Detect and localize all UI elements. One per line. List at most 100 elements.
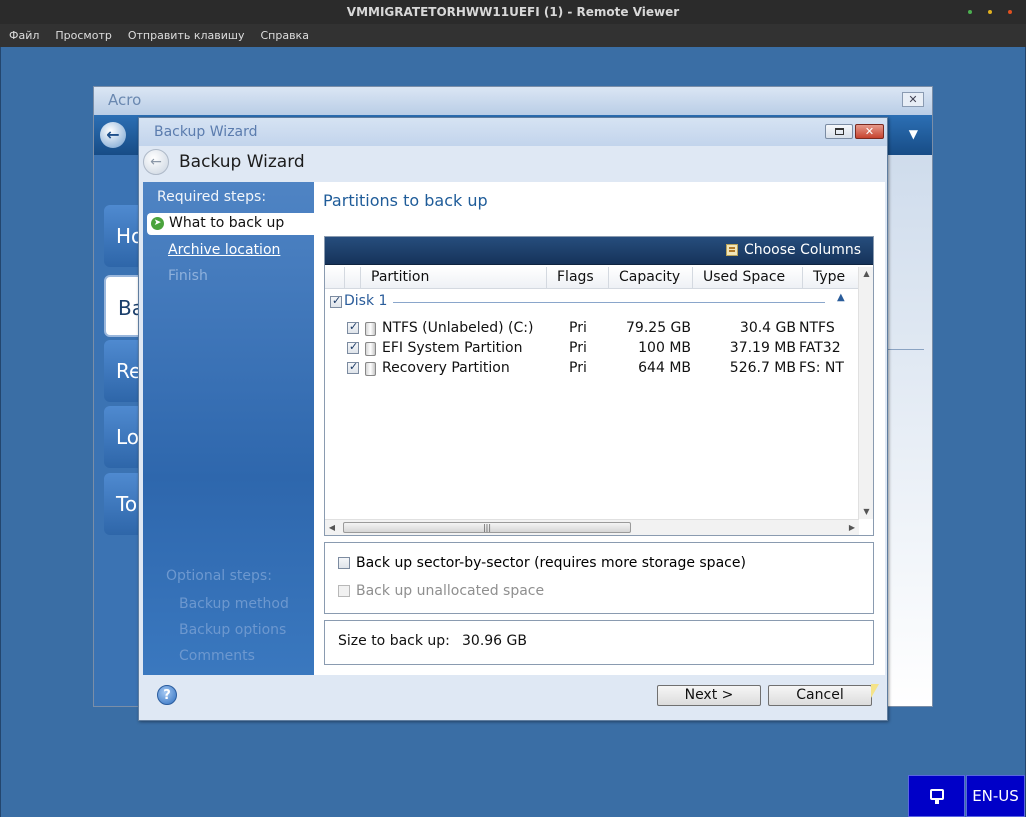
columns-icon <box>725 244 738 256</box>
partition-used-space: 526.7 MB <box>729 360 796 376</box>
drive-icon <box>365 362 376 376</box>
disk-group-row[interactable]: Disk 1 ▲ <box>325 292 859 312</box>
choose-columns-button[interactable]: Choose Columns <box>725 242 861 258</box>
remote-viewer-menubar: Файл Просмотр Отправить клавишу Справка <box>0 24 1026 47</box>
partition-flags: Pri <box>569 320 587 336</box>
wizard-heading: Backup Wizard <box>179 152 305 172</box>
unallocated-label: Back up unallocated space <box>356 583 545 599</box>
background-close-icon[interactable]: ✕ <box>902 92 924 107</box>
back-arrow-icon[interactable]: ← <box>100 122 126 148</box>
divider <box>884 349 924 350</box>
step-finish: Finish <box>168 268 208 284</box>
close-icon[interactable]: ✕ <box>855 124 884 139</box>
scroll-thumb[interactable]: ||| <box>343 522 631 533</box>
partition-used-space: 37.19 MB <box>729 340 796 356</box>
wizard-steps-panel: Required steps: ➤ What to back up Archiv… <box>143 182 314 675</box>
partition-checkbox[interactable] <box>347 340 359 354</box>
size-value: 30.96 GB <box>462 633 527 649</box>
scroll-right-icon[interactable]: ▶ <box>845 520 859 535</box>
table-row[interactable]: EFI System Partition Pri 100 MB 37.19 MB… <box>325 339 859 359</box>
partition-capacity: 79.25 GB <box>626 320 691 336</box>
menu-send-key[interactable]: Отправить клавишу <box>128 29 245 42</box>
sector-by-sector-label: Back up sector-by-sector (requires more … <box>356 555 746 571</box>
column-header-icon[interactable] <box>345 267 361 289</box>
step-backup-options[interactable]: Backup options <box>179 622 286 638</box>
horizontal-scrollbar[interactable]: ◀ ||| ▶ <box>325 519 859 535</box>
wizard-content: Partitions to back up Choose Columns Par… <box>314 182 885 675</box>
partition-name: NTFS (Unlabeled) (C:) <box>382 320 534 336</box>
maximize-dot-icon[interactable] <box>988 10 992 14</box>
restore-icon[interactable] <box>825 124 853 139</box>
menu-view[interactable]: Просмотр <box>55 29 111 42</box>
partition-type: NTFS <box>799 320 835 336</box>
remote-viewer-titlebar: VMMIGRATETORHWW11UEFI (1) - Remote Viewe… <box>0 0 1026 24</box>
partitions-grid: Choose Columns Partition Flags Capacity … <box>324 236 874 536</box>
chevron-up-icon[interactable]: ▲ <box>837 292 845 303</box>
partition-capacity: 644 MB <box>638 360 691 376</box>
step-label: What to back up <box>169 215 285 231</box>
drive-icon <box>365 342 376 356</box>
window-title: VMMIGRATETORHWW11UEFI (1) - Remote Viewe… <box>346 5 680 19</box>
partition-checkbox[interactable] <box>347 360 359 374</box>
wizard-window-title: Backup Wizard <box>154 124 258 140</box>
step-backup-method[interactable]: Backup method <box>179 596 289 612</box>
scroll-up-icon[interactable]: ▲ <box>859 267 874 281</box>
partition-checkbox[interactable] <box>347 320 359 334</box>
drive-icon <box>365 322 376 336</box>
menu-file[interactable]: Файл <box>9 29 39 42</box>
wizard-titlebar: Backup Wizard ✕ <box>139 118 887 146</box>
grid-header: Partition Flags Capacity Used Space Type <box>325 267 859 289</box>
disk-divider <box>393 302 825 303</box>
disk-label: Disk 1 <box>344 293 388 309</box>
partition-type: FS: NT <box>799 360 844 376</box>
partition-name: Recovery Partition <box>382 360 510 376</box>
partition-type: FAT32 <box>799 340 841 356</box>
step-what-to-back-up[interactable]: ➤ What to back up <box>147 213 314 235</box>
choose-columns-label: Choose Columns <box>743 242 861 258</box>
table-row[interactable]: Recovery Partition Pri 644 MB 526.7 MB F… <box>325 359 859 379</box>
scroll-down-icon[interactable]: ▼ <box>859 505 874 519</box>
disk-checkbox[interactable] <box>330 294 342 308</box>
keyboard-icon <box>930 789 944 804</box>
step-archive-location[interactable]: Archive location <box>168 242 280 258</box>
sector-by-sector-checkbox[interactable] <box>338 557 350 569</box>
chevron-down-icon[interactable]: ▼ <box>909 127 918 141</box>
partition-used-space: 30.4 GB <box>739 320 796 336</box>
step-comments[interactable]: Comments <box>179 648 255 664</box>
column-header-type[interactable]: Type <box>803 267 859 289</box>
wizard-header: ← Backup Wizard <box>139 146 887 182</box>
close-dot-icon[interactable] <box>1008 10 1012 14</box>
required-steps-label: Required steps: <box>157 189 267 205</box>
vertical-scrollbar[interactable]: ▲ ▼ <box>858 267 873 519</box>
language-indicator[interactable]: EN-US <box>966 775 1025 817</box>
column-header-check[interactable] <box>325 267 345 289</box>
partition-name: EFI System Partition <box>382 340 523 356</box>
column-header-partition[interactable]: Partition <box>361 267 547 289</box>
menu-help[interactable]: Справка <box>260 29 308 42</box>
size-summary-box: Size to back up: 30.96 GB <box>324 620 874 665</box>
background-window-title: Acro <box>94 87 932 115</box>
cancel-button[interactable]: Cancel <box>768 685 872 706</box>
column-header-used-space[interactable]: Used Space <box>693 267 803 289</box>
table-row[interactable]: NTFS (Unlabeled) (C:) Pri 79.25 GB 30.4 … <box>325 319 859 339</box>
keyboard-tray-button[interactable] <box>908 775 965 817</box>
page-title: Partitions to back up <box>323 191 488 210</box>
size-label: Size to back up: <box>338 633 450 649</box>
column-header-flags[interactable]: Flags <box>547 267 609 289</box>
partition-flags: Pri <box>569 340 587 356</box>
scroll-left-icon[interactable]: ◀ <box>325 520 339 535</box>
backup-options-box: Back up sector-by-sector (requires more … <box>324 542 874 614</box>
optional-steps-label: Optional steps: <box>166 568 272 584</box>
backup-wizard-dialog: Backup Wizard ✕ ← Backup Wizard Required… <box>138 117 888 721</box>
back-arrow-icon[interactable]: ← <box>143 149 169 175</box>
next-button[interactable]: Next > <box>657 685 761 706</box>
unallocated-checkbox <box>338 585 350 597</box>
minimize-dot-icon[interactable] <box>968 10 972 14</box>
mouse-cursor-icon <box>871 684 879 698</box>
partition-flags: Pri <box>569 360 587 376</box>
column-header-capacity[interactable]: Capacity <box>609 267 693 289</box>
help-icon[interactable]: ? <box>157 685 177 705</box>
window-controls <box>968 0 1012 24</box>
grid-toolbar: Choose Columns <box>325 237 873 265</box>
partition-capacity: 100 MB <box>638 340 691 356</box>
